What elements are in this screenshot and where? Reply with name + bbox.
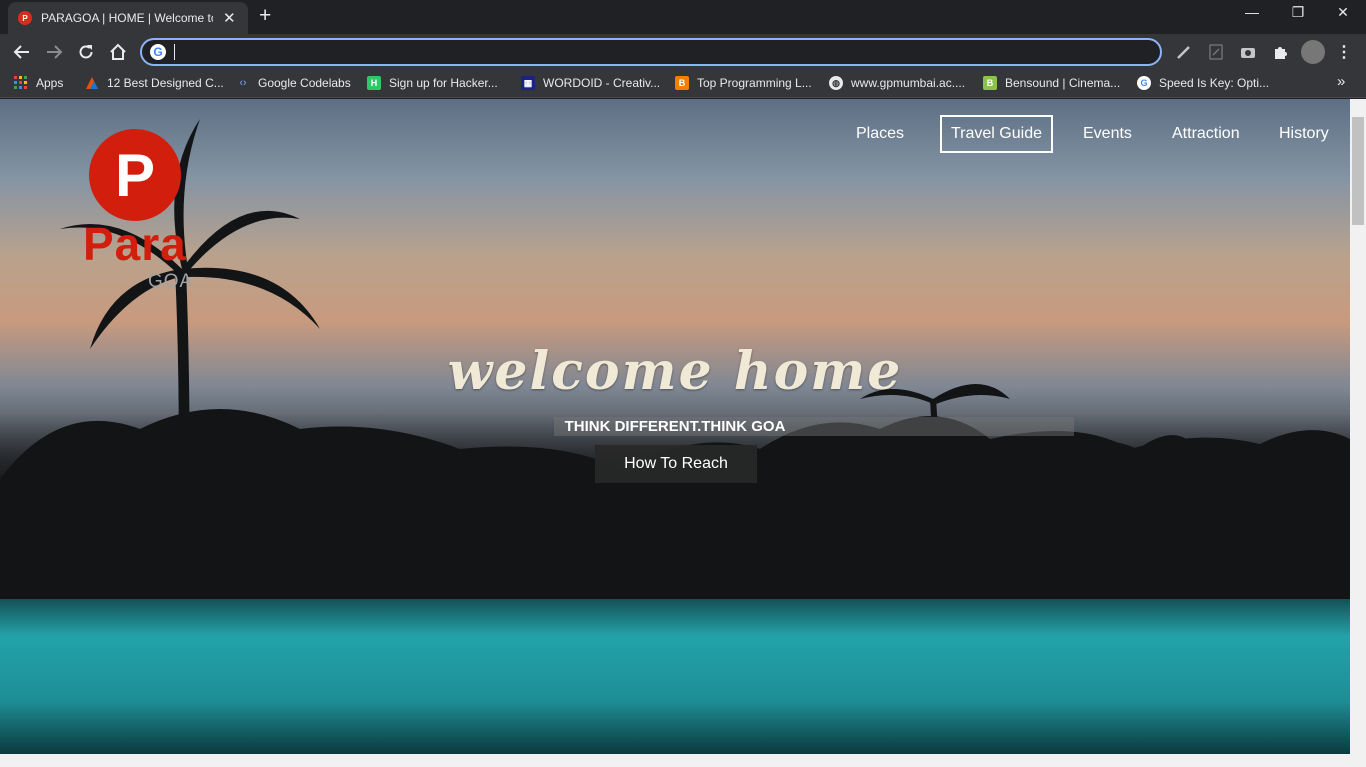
horizontal-scrollbar[interactable] bbox=[0, 754, 1350, 767]
code-icon: ‹› bbox=[239, 77, 247, 89]
bookmark-label: Speed Is Key: Opti... bbox=[1159, 76, 1270, 90]
restore-button[interactable]: ❐ bbox=[1275, 4, 1321, 21]
nav-attraction[interactable]: Attraction bbox=[1172, 115, 1240, 153]
nav-events[interactable]: Events bbox=[1083, 115, 1132, 153]
profile-avatar[interactable] bbox=[1301, 40, 1325, 64]
reload-button[interactable] bbox=[74, 40, 98, 64]
hero-title: welcome home bbox=[447, 341, 903, 402]
bookmark-label: Sign up for Hacker... bbox=[389, 76, 498, 90]
bookmark-label: WORDOID - Creativ... bbox=[543, 76, 661, 90]
bookmark-item[interactable]: H Sign up for Hacker... bbox=[367, 76, 498, 90]
bookmark-label: Apps bbox=[36, 76, 64, 90]
home-button[interactable] bbox=[106, 40, 130, 64]
bookmark-item[interactable]: B Top Programming L... bbox=[675, 76, 812, 90]
bookmark-item[interactable]: 12 Best Designed C... bbox=[85, 76, 224, 90]
triangle-icon bbox=[85, 76, 99, 90]
browser-tab[interactable]: P PARAGOA | HOME | Welcome to Goa ✕ bbox=[8, 2, 248, 34]
apps-grid-icon bbox=[14, 76, 28, 90]
forward-button[interactable] bbox=[42, 40, 66, 64]
page-viewport: P Para GOA Places Travel Guide Events At… bbox=[0, 99, 1366, 767]
how-to-reach-button[interactable]: How To Reach bbox=[595, 445, 757, 483]
hackerrank-icon: H bbox=[367, 76, 381, 90]
reload-icon bbox=[79, 45, 93, 59]
bookmark-apps[interactable]: Apps bbox=[14, 76, 63, 90]
pen-extension-icon[interactable] bbox=[1174, 42, 1194, 62]
address-bar[interactable]: G bbox=[140, 38, 1162, 66]
bookmark-label: Bensound | Cinema... bbox=[1005, 76, 1121, 90]
bensound-icon: B bbox=[983, 76, 997, 90]
bookmark-item[interactable]: ▦ WORDOID - Creativ... bbox=[521, 76, 660, 90]
bookmark-label: Google Codelabs bbox=[258, 76, 351, 90]
nav-places[interactable]: Places bbox=[856, 115, 904, 153]
bookmarks-bar: Apps 12 Best Designed C... ‹› Google Cod… bbox=[0, 70, 1366, 98]
back-button[interactable] bbox=[10, 40, 34, 64]
logo-subtitle: GOA bbox=[148, 271, 194, 292]
forward-arrow-icon bbox=[47, 45, 63, 59]
text-caret bbox=[174, 44, 175, 60]
minimize-button[interactable]: — bbox=[1229, 4, 1275, 20]
google-icon: G bbox=[1137, 76, 1151, 90]
globe-icon: ◍ bbox=[829, 76, 843, 90]
bookmark-label: Top Programming L... bbox=[697, 76, 812, 90]
new-tab-button[interactable]: + bbox=[259, 5, 271, 27]
hero-tagline: THINK DIFFERENT.THINK GOA bbox=[564, 418, 786, 435]
scrollbar-thumb[interactable] bbox=[1352, 117, 1364, 225]
tab-close-icon[interactable]: ✕ bbox=[223, 9, 236, 27]
site-logo[interactable]: P bbox=[89, 129, 181, 221]
wordoid-icon: ▦ bbox=[521, 76, 535, 90]
bookmarks-overflow-button[interactable]: » bbox=[1337, 73, 1345, 90]
logo-wordmark: Para bbox=[83, 218, 187, 270]
close-window-button[interactable]: ✕ bbox=[1320, 4, 1366, 21]
bookmark-label: 12 Best Designed C... bbox=[107, 76, 224, 90]
pdf-extension-icon[interactable] bbox=[1206, 42, 1226, 62]
bookmark-label: www.gpmumbai.ac.... bbox=[851, 76, 966, 90]
nav-travel-guide[interactable]: Travel Guide bbox=[940, 115, 1053, 153]
camera-extension-icon[interactable] bbox=[1238, 42, 1258, 62]
back-arrow-icon bbox=[13, 45, 29, 59]
bookmark-item[interactable]: B Bensound | Cinema... bbox=[983, 76, 1120, 90]
nav-history[interactable]: History bbox=[1279, 115, 1329, 153]
bookmark-item[interactable]: ◍ www.gpmumbai.ac.... bbox=[829, 76, 965, 90]
google-icon: G bbox=[150, 44, 166, 60]
home-icon bbox=[110, 43, 126, 60]
browser-toolbar: G ⋮ bbox=[0, 34, 1366, 70]
tab-favicon: P bbox=[18, 11, 32, 25]
browser-menu-icon[interactable]: ⋮ bbox=[1334, 42, 1354, 62]
bookmark-item[interactable]: G Speed Is Key: Opti... bbox=[1137, 76, 1269, 90]
blogger-icon: B bbox=[675, 76, 689, 90]
browser-titlebar: P PARAGOA | HOME | Welcome to Goa ✕ + — … bbox=[0, 0, 1366, 34]
bookmark-item[interactable]: ‹› Google Codelabs bbox=[236, 76, 351, 90]
tab-title: PARAGOA | HOME | Welcome to Goa bbox=[41, 11, 213, 25]
puzzle-extensions-icon[interactable] bbox=[1270, 42, 1290, 62]
